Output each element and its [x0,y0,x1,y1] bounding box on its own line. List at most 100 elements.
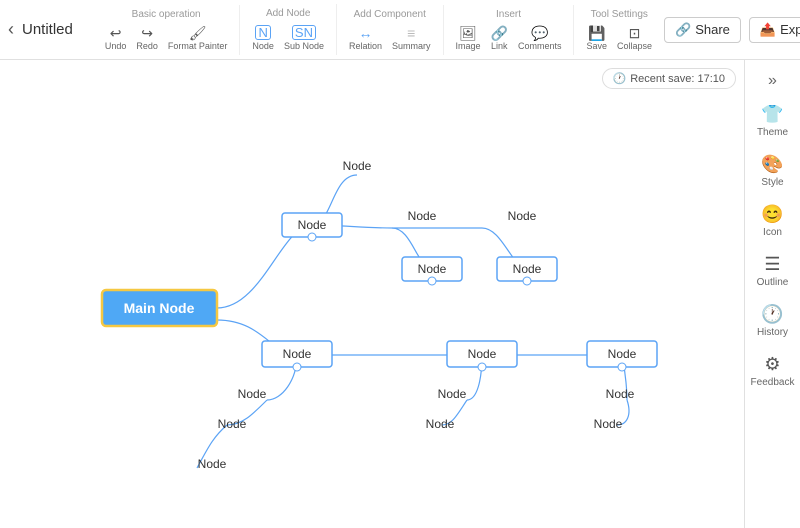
summary-icon: ≡ [407,26,415,40]
sidebar-item-history[interactable]: 🕐 History [749,298,797,344]
share-icon: 🔗 [675,22,691,38]
node-icon: N [255,25,270,40]
image-button[interactable]: 🖼 Image [452,24,485,53]
right-sidebar: » 👕 Theme 🎨 Style 😊 Icon ☰ Outline 🕐 His… [744,60,800,528]
group-label-tool-settings: Tool Settings [591,9,648,20]
group-label-add-node: Add Node [266,8,310,19]
recent-save-badge: 🕐 Recent save: 17:10 [602,68,737,89]
group-label-insert: Insert [496,9,521,20]
save-label: Save [586,41,607,51]
group-items-insert: 🖼 Image 🔗 Link 💬 Comments [452,24,566,53]
outline-icon: ☰ [764,254,780,275]
comments-icon: 💬 [531,26,548,40]
upper-branch-node-text: Node [298,218,327,232]
header-right: 🔗 Share 📤 Export [664,17,800,43]
sub-node-lr1: Node [606,387,635,401]
back-button[interactable]: ‹ [8,19,14,40]
relation-label: Relation [349,41,382,51]
export-icon: 📤 [760,22,776,38]
node-text-top: Node [343,159,372,173]
undo-icon: ↩ [110,26,122,40]
comments-label: Comments [518,41,562,51]
image-label: Image [456,41,481,51]
style-icon: 🎨 [761,154,783,175]
recent-save-text: Recent save: 17:10 [630,73,725,85]
sub-node-ll2: Node [218,417,247,431]
summary-button[interactable]: ≡ Summary [388,24,435,53]
collapse-button[interactable]: ⊡ Collapse [613,24,656,53]
link-icon: 🔗 [491,26,508,40]
feedback-icon: ⚙ [764,354,780,375]
sidebar-item-theme[interactable]: 👕 Theme [749,98,797,144]
sub-node-ll3: Node [198,457,227,471]
format-painter-icon: 🖌 [189,26,207,40]
sidebar-item-icon[interactable]: 😊 Icon [749,198,797,244]
save-button[interactable]: 💾 Save [582,24,611,53]
expand-circle-6[interactable] [618,363,626,371]
relation-icon: ↔ [358,26,372,40]
undo-label: Undo [105,41,127,51]
mindmap-svg[interactable]: Main Node Node Node Node Node Node Node … [0,60,744,528]
export-button[interactable]: 📤 Export [749,17,800,43]
undo-button[interactable]: ↩ Undo [101,24,131,53]
group-items-tool-settings: 💾 Save ⊡ Collapse [582,24,656,53]
sidebar-item-outline[interactable]: ☰ Outline [749,248,797,294]
sub-node-lm2: Node [426,417,455,431]
group-label-basic: Basic operation [132,9,201,20]
toolbar: Basic operation ↩ Undo ↪ Redo 🖌 Format P… [93,4,664,55]
sub-node-ll1: Node [238,387,267,401]
expand-circle-5[interactable] [478,363,486,371]
icon-label: Icon [763,227,782,238]
upper-right-node1-text: Node [418,262,447,276]
group-items-add-node: N Node SN Sub Node [248,23,328,53]
canvas[interactable]: 🕐 Recent save: 17:10 [0,60,744,528]
theme-label: Theme [757,127,788,138]
sidebar-item-feedback[interactable]: ⚙ Feedback [749,348,797,394]
collapse-label: Collapse [617,41,652,51]
node-button[interactable]: N Node [248,23,278,53]
format-painter-button[interactable]: 🖌 Format Painter [164,24,232,53]
header: ‹ Untitled Basic operation ↩ Undo ↪ Redo… [0,0,800,60]
toolbar-group-tool-settings: Tool Settings 💾 Save ⊡ Collapse [574,5,664,55]
redo-button[interactable]: ↪ Redo [132,24,162,53]
expand-circle-4[interactable] [293,363,301,371]
style-label: Style [761,177,783,188]
node-text-upper-mid: Node [408,209,437,223]
clock-icon: 🕐 [613,72,627,85]
history-label: History [757,327,788,338]
export-label: Export [780,22,800,37]
expand-circle-1[interactable] [308,233,316,241]
format-painter-label: Format Painter [168,41,228,51]
relation-button[interactable]: ↔ Relation [345,24,386,53]
node-text-upper-right: Node [508,209,537,223]
sidebar-item-style[interactable]: 🎨 Style [749,148,797,194]
sub-node-label: Sub Node [284,41,324,51]
toolbar-group-basic: Basic operation ↩ Undo ↪ Redo 🖌 Format P… [93,5,241,55]
icon-icon: 😊 [761,204,783,225]
toolbar-group-insert: Insert 🖼 Image 🔗 Link 💬 Comments [444,5,575,55]
main-area: 🕐 Recent save: 17:10 [0,60,800,528]
sidebar-collapse-button[interactable]: » [764,68,781,94]
feedback-label: Feedback [751,377,795,388]
expand-circle-2[interactable] [428,277,436,285]
lower-left-node-text: Node [283,347,312,361]
upper-right-node2-text: Node [513,262,542,276]
toolbar-group-add-component: Add Component ↔ Relation ≡ Summary [337,5,444,55]
share-button[interactable]: 🔗 Share [664,17,741,43]
sub-node-icon: SN [292,25,316,40]
group-items-add-component: ↔ Relation ≡ Summary [345,24,435,53]
history-icon: 🕐 [761,304,783,325]
expand-circle-3[interactable] [523,277,531,285]
document-title: Untitled [22,21,73,38]
image-icon: 🖼 [459,26,477,40]
share-label: Share [695,22,730,37]
sub-node-button[interactable]: SN Sub Node [280,23,328,53]
redo-icon: ↪ [141,26,153,40]
link-button[interactable]: 🔗 Link [487,24,512,53]
lower-right-node-text: Node [608,347,637,361]
save-icon: 💾 [588,26,605,40]
node-label: Node [252,41,274,51]
toolbar-group-add-node: Add Node N Node SN Sub Node [240,4,337,55]
comments-button[interactable]: 💬 Comments [514,24,566,53]
group-label-add-component: Add Component [354,9,426,20]
